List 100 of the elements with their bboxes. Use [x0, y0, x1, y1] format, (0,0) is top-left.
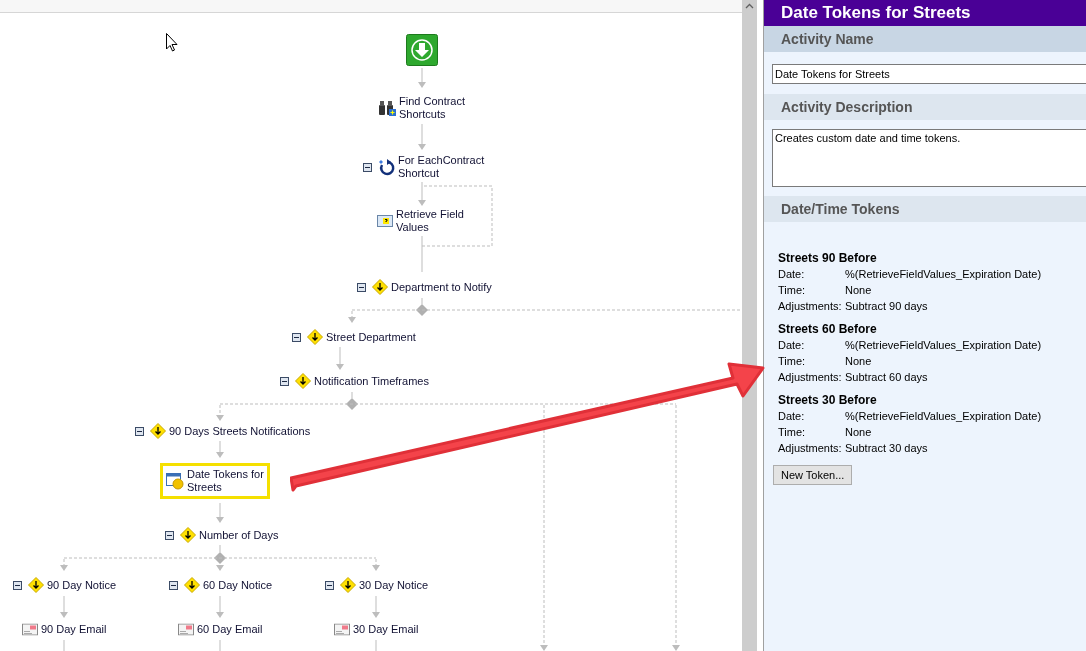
node-label: Find Contract Shortcuts [399, 95, 466, 121]
token-field-value: %(RetrieveFieldValues_Expiration Date) [845, 409, 1042, 424]
connector-line [421, 235, 423, 273]
connector-line [351, 391, 353, 399]
token-field-label: Time: [778, 354, 807, 369]
token-field-value: Subtract 30 days [845, 441, 928, 456]
activity-node[interactable]: 30 Day Email [334, 622, 419, 636]
connector-arrow [216, 564, 224, 571]
activity-node[interactable]: Number of Days [165, 527, 279, 543]
token-field-value: None [845, 283, 872, 298]
token-field-label: Date: [778, 338, 806, 353]
token-field-label: Adjustments: [778, 370, 843, 385]
token-field-label: Time: [778, 425, 807, 440]
connector-arrow [60, 558, 68, 571]
form-field-icon [377, 215, 393, 227]
collapse-icon[interactable] [13, 580, 22, 590]
activity-node[interactable]: 90 Day Email [22, 622, 107, 636]
activity-node[interactable]: 90 Day Notice [13, 577, 117, 593]
connector-arrow [418, 123, 426, 150]
connector-line [375, 639, 377, 651]
section-header: Activity Description [764, 94, 1086, 120]
connector-arrow [60, 595, 68, 618]
connector-line [219, 544, 221, 553]
token-title: Streets 60 Before [778, 321, 878, 337]
panel-title: Date Tokens for Streets [764, 0, 1086, 26]
node-label: 90 Day Email [41, 622, 107, 636]
email-card-icon [334, 623, 350, 635]
activity-node[interactable]: 60 Day Email [178, 622, 263, 636]
collapse-icon[interactable] [292, 332, 301, 342]
node-label: Retrieve Field Values [396, 208, 464, 234]
decision-diamond-icon [372, 279, 388, 295]
node-label: Notification Timeframes [314, 374, 429, 388]
section-header: Date/Time Tokens [764, 196, 1086, 222]
node-label: Date Tokens for Streets [187, 468, 264, 494]
loop-arrow-icon [378, 158, 395, 176]
new-token-button[interactable]: New Token... [773, 465, 853, 485]
node-label: 30 Day Email [353, 622, 419, 636]
junction-diamond [346, 398, 358, 410]
token-field-label: Date: [778, 409, 806, 424]
activity-node[interactable]: 30 Day Notice [325, 577, 429, 593]
node-label: 60 Day Email [197, 622, 263, 636]
connector-line [63, 639, 65, 651]
node-label: 60 Day Notice [203, 578, 273, 592]
token-field-value: Subtract 60 days [845, 370, 928, 385]
activity-node[interactable]: Street Department [292, 329, 416, 345]
activity-name-field[interactable]: Date Tokens for Streets [772, 64, 1086, 84]
connector-line [219, 639, 221, 651]
token-field-value: Subtract 90 days [845, 299, 928, 314]
activity-node[interactable]: Department to Notify [357, 279, 492, 295]
connector-arrow [348, 310, 356, 323]
connector-arrow [216, 440, 224, 458]
decision-diamond-icon [150, 423, 166, 439]
decision-diamond-icon [28, 577, 44, 593]
token-field-label: Adjustments: [778, 299, 843, 314]
activity-node[interactable]: Find Contract Shortcuts [378, 95, 466, 121]
section-header: Activity Name [764, 26, 1086, 52]
vertical-scrollbar[interactable] [742, 0, 757, 651]
token-field-value: %(RetrieveFieldValues_Expiration Date) [845, 267, 1042, 282]
activity-node[interactable]: Date Tokens for Streets [160, 463, 270, 499]
token-field-label: Date: [778, 267, 806, 282]
token-field-label: Adjustments: [778, 441, 843, 456]
connector-arrow [372, 558, 380, 571]
binoculars-icon [378, 100, 396, 116]
activity-node[interactable]: Notification Timeframes [280, 373, 429, 389]
decision-diamond-icon [340, 577, 356, 593]
activity-node[interactable]: 60 Day Notice [169, 577, 273, 593]
junction-diamond [214, 552, 226, 564]
node-label: Department to Notify [391, 280, 492, 294]
connector-arrow [216, 502, 224, 523]
junction-diamond [416, 304, 428, 316]
node-label: 90 Days Streets Notifications [169, 424, 311, 438]
connector-arrow [216, 404, 224, 421]
scroll-up-icon[interactable] [745, 3, 754, 9]
token-title: Streets 90 Before [778, 250, 878, 266]
collapse-icon[interactable] [135, 426, 144, 436]
activity-node[interactable]: For EachContract Shortcut [363, 154, 485, 180]
collapse-icon[interactable] [357, 282, 366, 292]
activity-node[interactable] [406, 34, 438, 66]
email-card-icon [178, 623, 194, 635]
node-label: Street Department [326, 330, 416, 344]
collapse-icon[interactable] [169, 580, 178, 590]
collapse-icon[interactable] [325, 580, 334, 590]
token-field-value: None [845, 425, 872, 440]
activity-description-field[interactable]: Creates custom date and time tokens. [772, 129, 1086, 187]
activity-node[interactable]: Retrieve Field Values [377, 208, 464, 234]
connector-arrow [418, 181, 426, 206]
token-title: Streets 30 Before [778, 392, 878, 408]
connector-arrow [372, 595, 380, 618]
node-label: 30 Day Notice [359, 578, 429, 592]
calendar-coin-icon [166, 472, 184, 490]
collapse-icon[interactable] [280, 376, 289, 386]
decision-diamond-icon [295, 373, 311, 389]
decision-diamond-icon [184, 577, 200, 593]
decision-diamond-icon [307, 329, 323, 345]
activity-node[interactable]: 90 Days Streets Notifications [135, 423, 311, 439]
token-field-label: Time: [778, 283, 807, 298]
connector-arrow [336, 346, 344, 370]
collapse-icon[interactable] [363, 162, 372, 172]
token-field-value: None [845, 354, 872, 369]
collapse-icon[interactable] [165, 530, 174, 540]
